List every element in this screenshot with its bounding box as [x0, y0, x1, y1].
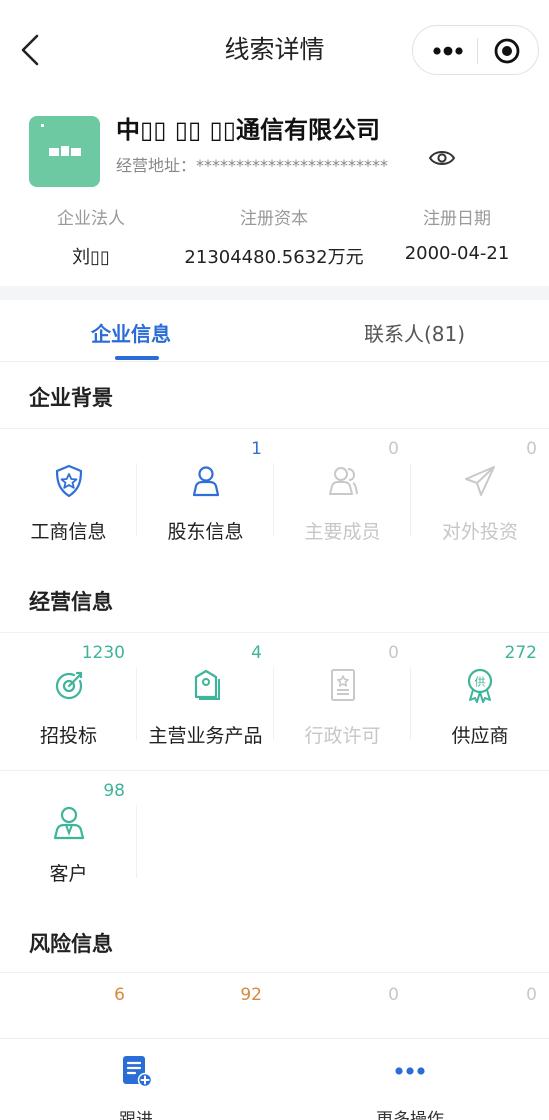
- risk-item-1[interactable]: 6: [0, 973, 137, 1037]
- grid-item-investments[interactable]: 0 对外投资: [411, 429, 549, 566]
- stat-value: 刘▯▯: [72, 247, 110, 268]
- background-grid: 工商信息 1 股东信息 0 主要成员 0 对外投资: [0, 428, 549, 566]
- supplier-medal-icon: 供: [467, 668, 493, 703]
- stat-value: 2000-04-21: [404, 243, 510, 264]
- group-icon: [328, 467, 358, 495]
- item-label: 工商信息: [30, 521, 107, 543]
- stat-label: 注册资本: [240, 209, 308, 229]
- section-gap: [0, 286, 549, 300]
- item-count: 1230: [81, 643, 125, 663]
- more-actions-label: 更多操作: [376, 1110, 444, 1120]
- section-operation-info: 经营信息: [0, 566, 549, 632]
- risk-grid: 6 92 0 0: [0, 972, 549, 1036]
- tab-bar: 企业信息 联系人(81): [0, 300, 549, 362]
- more-actions-button[interactable]: 更多操作: [360, 1053, 460, 1120]
- more-dots-icon: [433, 46, 463, 56]
- bottom-action-bar: 跟进 更多操作: [0, 1038, 549, 1120]
- item-count: 92: [240, 985, 262, 1005]
- stat-label: 注册日期: [423, 209, 491, 229]
- close-mini-program-button[interactable]: [493, 37, 521, 65]
- person-icon: [192, 466, 219, 497]
- address-value: ************************: [196, 156, 389, 175]
- customer-person-icon: [53, 806, 84, 840]
- address-label: 经营地址：: [116, 156, 197, 175]
- grid-item-bidding[interactable]: 1230 招投标: [0, 633, 137, 770]
- company-card: 中▯▯ ▯▯ ▯▯通信有限公司 经营地址：*******************…: [0, 100, 549, 286]
- follow-up-note-icon: [123, 1056, 153, 1088]
- item-count: 0: [388, 643, 399, 663]
- tab-company-info[interactable]: 企业信息: [91, 318, 171, 347]
- more-dots-icon: [395, 1067, 425, 1075]
- grid-item-business-info[interactable]: 工商信息: [0, 429, 137, 566]
- item-count: 1: [251, 439, 262, 459]
- item-count: 4: [251, 643, 262, 663]
- section-title: 企业背景: [29, 386, 113, 410]
- grid-item-main-products[interactable]: 4 主营业务产品: [137, 633, 274, 770]
- section-company-background: 企业背景: [0, 362, 549, 428]
- bid-target-icon: [55, 671, 82, 700]
- eye-icon: [428, 151, 456, 165]
- cell-divider: [136, 805, 137, 878]
- grid-item-customers[interactable]: 98 客户: [0, 771, 137, 908]
- stat-value: 21304480.5632万元: [184, 247, 364, 268]
- tab-active-indicator: [115, 356, 159, 360]
- item-count: 0: [388, 439, 399, 459]
- risk-item-4[interactable]: 0: [411, 973, 549, 1037]
- item-count: 0: [526, 439, 537, 459]
- stat-registered-capital: 注册资本 21304480.5632万元: [180, 204, 368, 269]
- target-circle-icon: [494, 38, 520, 64]
- product-tag-icon: [194, 669, 220, 700]
- item-label: 供应商: [451, 725, 509, 747]
- operation-grid-row-1: 1230 招投标 4 主营业务产品 0 行政许可 272 供 供应商: [0, 632, 549, 770]
- svg-text:供: 供: [475, 675, 486, 689]
- mini-program-capsule: [412, 25, 539, 75]
- more-menu-button[interactable]: [431, 34, 481, 68]
- company-name: 中▯▯ ▯▯ ▯▯通信有限公司: [116, 116, 380, 144]
- grid-item-key-members[interactable]: 0 主要成员: [274, 429, 411, 566]
- grid-item-suppliers[interactable]: 272 供 供应商: [411, 633, 549, 770]
- business-address: 经营地址：************************: [116, 152, 388, 176]
- operation-grid-row-2: 98 客户: [0, 770, 549, 908]
- license-certificate-icon: [330, 669, 355, 701]
- stat-label: 企业法人: [57, 209, 125, 229]
- item-label: 对外投资: [441, 521, 518, 543]
- grid-item-admin-license[interactable]: 0 行政许可: [274, 633, 411, 770]
- stat-registered-date: 注册日期 2000-04-21: [392, 204, 522, 264]
- item-label: 客户: [49, 863, 88, 885]
- item-label: 主营业务产品: [148, 725, 263, 747]
- tab-contacts[interactable]: 联系人(81): [364, 318, 465, 347]
- paper-plane-icon: [465, 466, 495, 496]
- section-title: 经营信息: [29, 590, 113, 614]
- item-count: 272: [504, 643, 537, 663]
- top-bar: 线索详情: [0, 0, 549, 100]
- follow-up-label: 跟进: [119, 1110, 153, 1120]
- grid-item-shareholder-info[interactable]: 1 股东信息: [137, 429, 274, 566]
- company-logo: [29, 116, 100, 187]
- item-label: 股东信息: [167, 521, 244, 543]
- stat-legal-person: 企业法人 刘▯▯: [30, 204, 152, 269]
- item-label: 招投标: [39, 725, 97, 747]
- capsule-divider: [477, 38, 478, 64]
- risk-item-3[interactable]: 0: [274, 973, 411, 1037]
- section-title: 风险信息: [29, 932, 113, 956]
- item-count: 0: [526, 985, 537, 1005]
- item-count: 98: [103, 781, 125, 801]
- section-risk-info: 风险信息: [0, 908, 549, 974]
- police-badge-icon: [55, 464, 82, 498]
- item-label: 行政许可: [304, 725, 381, 747]
- item-count: 6: [114, 985, 125, 1005]
- show-address-button[interactable]: [428, 147, 456, 169]
- follow-up-button[interactable]: 跟进: [96, 1053, 176, 1120]
- risk-item-2[interactable]: 92: [137, 973, 274, 1037]
- item-count: 0: [388, 985, 399, 1005]
- item-label: 主要成员: [304, 521, 381, 543]
